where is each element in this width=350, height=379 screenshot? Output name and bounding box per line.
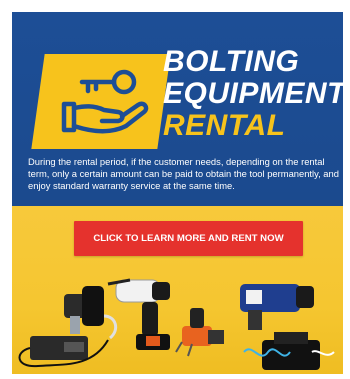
controller-box-icon bbox=[18, 336, 109, 368]
banner-title: BOLTING EQUIPMENT RENTAL bbox=[163, 46, 343, 142]
title-line-2: EQUIPMENT bbox=[163, 77, 343, 110]
hydraulic-pump-icon bbox=[243, 332, 335, 370]
torque-wrench-icon bbox=[64, 286, 118, 340]
hydraulic-wrench-icon bbox=[175, 308, 224, 357]
battery-wrench-icon bbox=[107, 278, 170, 350]
tools-illustration bbox=[18, 278, 335, 370]
electric-wrench-icon bbox=[240, 284, 314, 330]
banner-description: During the rental period, if the custome… bbox=[28, 156, 339, 191]
hand-key-icon bbox=[61, 69, 149, 134]
title-line-3: RENTAL bbox=[163, 109, 286, 142]
title-line-1: BOLTING bbox=[163, 45, 300, 78]
rental-banner[interactable]: BOLTING EQUIPMENT RENTAL During the rent… bbox=[12, 12, 343, 374]
learn-more-rent-button[interactable]: CLICK TO LEARN MORE AND RENT NOW bbox=[74, 221, 303, 256]
